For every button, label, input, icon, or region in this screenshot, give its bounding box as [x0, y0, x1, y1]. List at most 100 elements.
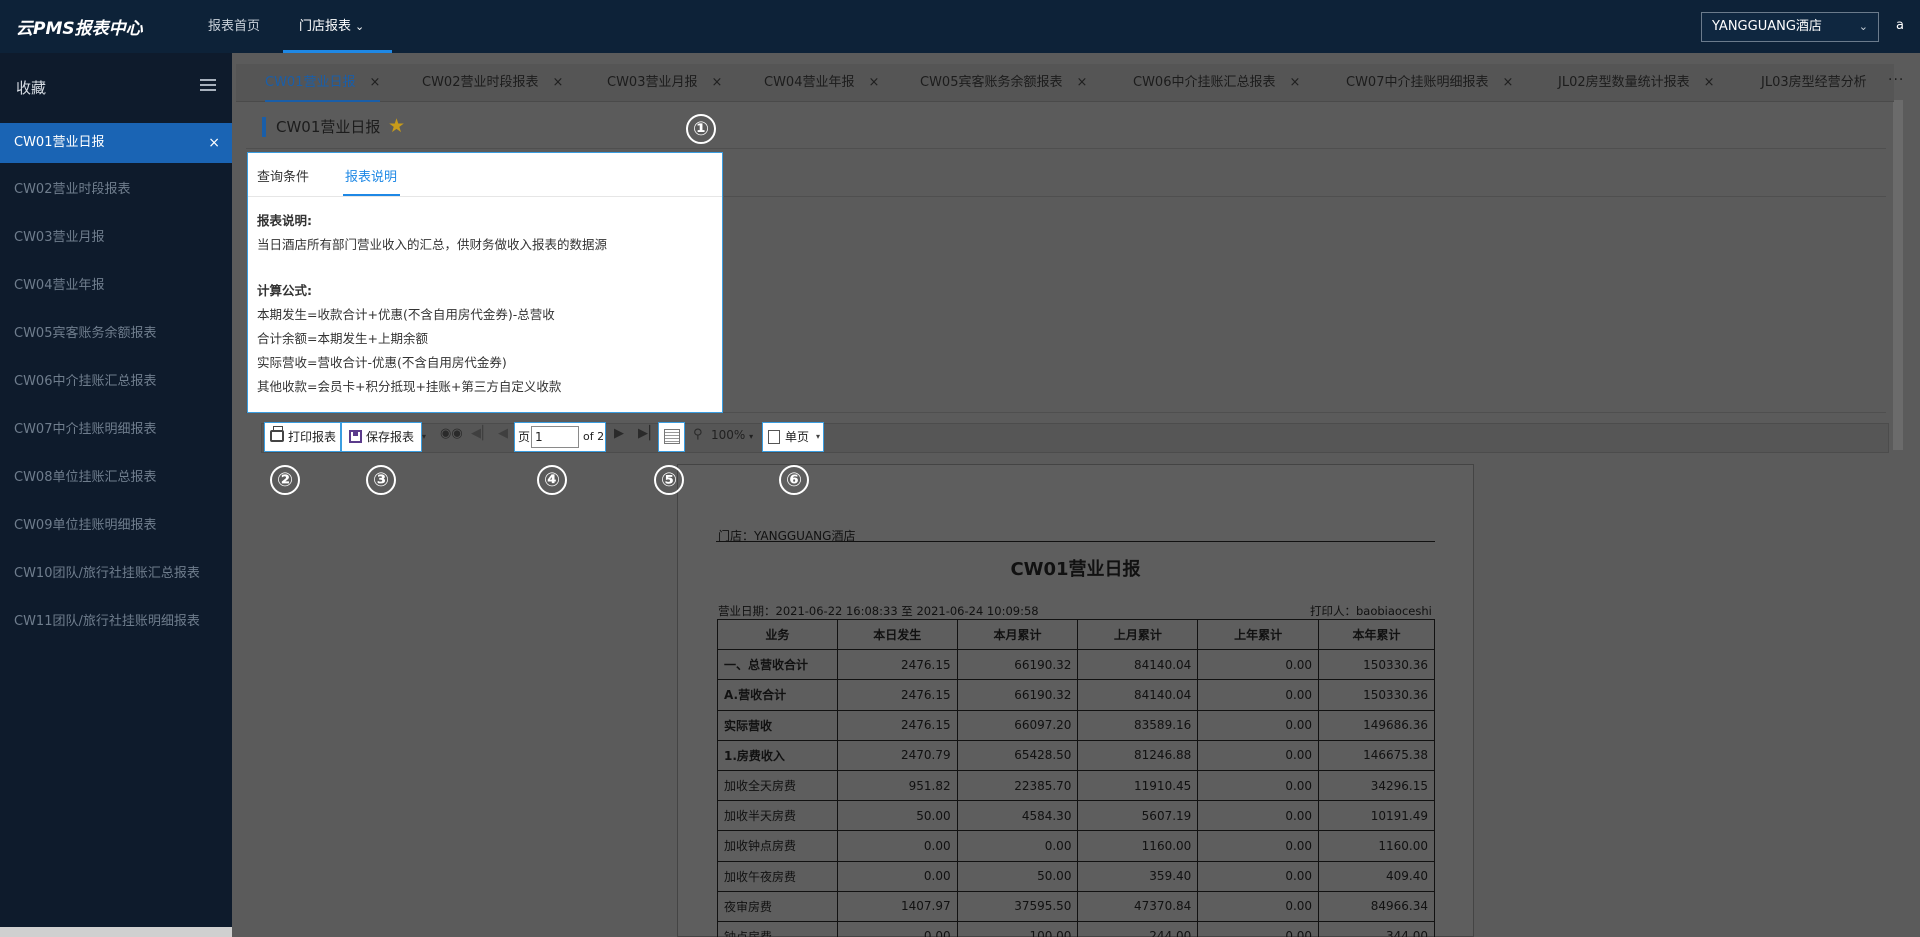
table-cell-value: 65428.50: [956, 739, 1079, 771]
table-cell-value: 84140.04: [1077, 649, 1199, 681]
table-cell-value: 2470.79: [836, 739, 958, 771]
sidebar-item[interactable]: CW08单位挂账汇总报表: [0, 458, 232, 498]
table-cell-value: 37595.50: [956, 890, 1079, 922]
table-cell-value: 951.82: [836, 769, 958, 802]
sidebar-item[interactable]: CW01营业日报 ×: [0, 123, 232, 163]
favorite-star-icon[interactable]: ★: [388, 115, 405, 137]
binoculars-find-icon[interactable]: ◉◉: [440, 426, 463, 441]
table-cell-value: 2476.15: [836, 709, 958, 741]
tab-report-description[interactable]: 报表说明: [345, 166, 397, 185]
table-cell-value: 0.00: [836, 860, 958, 892]
hotel-select[interactable]: YANGGUANG酒店 ⌄: [1701, 12, 1879, 42]
sidebar-item[interactable]: CW11团队/旅行社挂账明细报表: [0, 602, 232, 642]
report-tab[interactable]: CW06中介挂账汇总报表 ×: [1133, 64, 1300, 102]
previous-page-icon[interactable]: ◀: [498, 426, 508, 441]
zoom-magnifier-icon: ⚲: [693, 427, 703, 442]
main-vertical-scrollbar[interactable]: [1893, 100, 1903, 450]
sidebar-collapse-icon[interactable]: [200, 79, 216, 93]
close-icon[interactable]: ×: [868, 75, 879, 90]
document-map-button[interactable]: [658, 422, 685, 452]
nav-report-home[interactable]: 报表首页: [208, 0, 260, 53]
sidebar-item-label: CW11团队/旅行社挂账明细报表: [14, 614, 200, 629]
sidebar-item[interactable]: CW04营业年报: [0, 266, 232, 306]
report-tab-label: CW04营业年报: [764, 75, 855, 90]
close-icon[interactable]: ×: [711, 75, 722, 90]
close-icon[interactable]: ×: [1289, 75, 1300, 90]
close-icon[interactable]: ×: [1076, 75, 1087, 90]
print-report-button[interactable]: 打印报表: [264, 422, 341, 452]
close-icon[interactable]: ×: [1704, 75, 1715, 90]
report-column-header: 业务: [717, 618, 838, 651]
report-tab-label: JL02房型数量统计报表: [1558, 75, 1690, 90]
report-tab[interactable]: CW07中介挂账明细报表 ×: [1346, 64, 1513, 102]
table-cell-value: 0.00: [1197, 679, 1320, 711]
table-cell-value: 83589.16: [1077, 709, 1199, 741]
formula-line: 本期发生=收款合计+优惠(不含自用房代金券)-总营收: [257, 307, 555, 322]
page-number-input[interactable]: 1: [531, 426, 579, 448]
table-cell-value: 0.00: [1197, 649, 1320, 681]
divider: [724, 196, 1886, 197]
close-icon[interactable]: ×: [369, 75, 380, 90]
table-cell-value: 50.00: [956, 860, 1079, 892]
table-cell-value: 66190.32: [956, 649, 1079, 681]
last-page-icon[interactable]: ▶⎢: [638, 426, 655, 441]
table-cell-value: 84966.34: [1318, 890, 1435, 922]
report-tab[interactable]: CW01营业日报 ×: [265, 64, 381, 102]
report-tab[interactable]: CW03营业月报 ×: [607, 64, 722, 102]
sidebar-title: 收藏: [16, 79, 47, 97]
page-count-label: of 2: [583, 430, 605, 443]
save-report-button[interactable]: 保存报表: [341, 422, 422, 452]
table-row: 钟点房费 0.00 100.00 244.00 0.00 344.00: [717, 920, 1435, 937]
sidebar-horizontal-scrollbar[interactable]: [0, 927, 232, 937]
chevron-down-icon: ⌄: [355, 20, 365, 33]
next-page-icon[interactable]: ▶: [614, 426, 624, 441]
zoom-select[interactable]: 100% ▾: [711, 428, 753, 442]
table-cell-value: 11910.45: [1077, 769, 1199, 802]
table-cell-label: A.营收合计: [717, 679, 838, 711]
report-header-rule: [716, 541, 1435, 542]
sidebar-item-label: CW02营业时段报表: [14, 182, 131, 197]
formula-line: 实际营收=营收合计-优惠(不含自用房代金券): [257, 355, 507, 370]
report-tab[interactable]: JL03房型经营分析: [1761, 64, 1867, 102]
close-icon[interactable]: ×: [552, 75, 563, 90]
user-menu[interactable]: a: [1896, 18, 1904, 33]
report-date-range: 营业日期：2021-06-22 16:08:33 至 2021-06-24 10…: [718, 604, 1039, 618]
table-cell-value: 0.00: [1197, 769, 1320, 802]
sidebar-item-label: CW08单位挂账汇总报表: [14, 470, 157, 485]
formula-heading: 计算公式:: [257, 283, 312, 298]
nav-store-reports-label: 门店报表: [299, 19, 352, 34]
sidebar-item[interactable]: CW09单位挂账明细报表: [0, 506, 232, 546]
table-cell-value: 100.00: [956, 920, 1079, 937]
panel-tabs: 查询条件 报表说明: [248, 153, 722, 197]
report-tab[interactable]: CW02营业时段报表 ×: [422, 64, 563, 102]
sidebar-item[interactable]: CW05宾客账务余额报表: [0, 314, 232, 354]
table-cell-value: 0.00: [1197, 800, 1320, 832]
first-page-icon[interactable]: ◀⎢: [471, 426, 488, 441]
sidebar-item-label: CW07中介挂账明细报表: [14, 422, 157, 437]
zoom-value: 100%: [711, 428, 746, 442]
nav-store-reports[interactable]: 门店报表 ⌄: [283, 0, 392, 53]
report-column-header: 本日发生: [836, 618, 958, 651]
table-cell-label: 夜审房费: [717, 890, 838, 922]
tab-query-conditions[interactable]: 查询条件: [257, 166, 309, 185]
report-tab[interactable]: CW04营业年报 ×: [764, 64, 879, 102]
formula-line: 其他收款=会员卡+积分抵现+挂账+第三方自定义收款: [257, 379, 562, 394]
save-dropdown-icon[interactable]: ▾: [422, 432, 426, 441]
sidebar-item[interactable]: CW02营业时段报表: [0, 170, 232, 210]
close-icon[interactable]: ×: [1502, 75, 1513, 90]
sidebar-item[interactable]: CW06中介挂账汇总报表: [0, 362, 232, 402]
table-cell-value: 146675.38: [1318, 739, 1435, 771]
report-tab[interactable]: CW05宾客账务余额报表 ×: [920, 64, 1087, 102]
sidebar-item[interactable]: CW10团队/旅行社挂账汇总报表: [0, 554, 232, 594]
tab-more-icon[interactable]: ···: [1888, 72, 1904, 88]
view-mode-select[interactable]: 单页 ▾: [762, 422, 824, 452]
sidebar-item[interactable]: CW07中介挂账明细报表: [0, 410, 232, 450]
marker-2: ②: [270, 465, 300, 495]
close-icon[interactable]: ×: [208, 123, 220, 163]
report-tab[interactable]: JL02房型数量统计报表 ×: [1558, 64, 1715, 102]
sidebar-item[interactable]: CW03营业月报: [0, 218, 232, 258]
table-cell-value: 66097.20: [956, 709, 1079, 741]
table-row: 一、总营收合计 2476.15 66190.32 84140.04 0.00 150330…: [717, 649, 1435, 681]
sidebar-item-label: CW01营业日报: [14, 135, 105, 150]
report-description-body: 报表说明: 当日酒店所有部门营业收入的汇总，供财务做收入报表的数据源 计算公式:…: [257, 209, 607, 399]
